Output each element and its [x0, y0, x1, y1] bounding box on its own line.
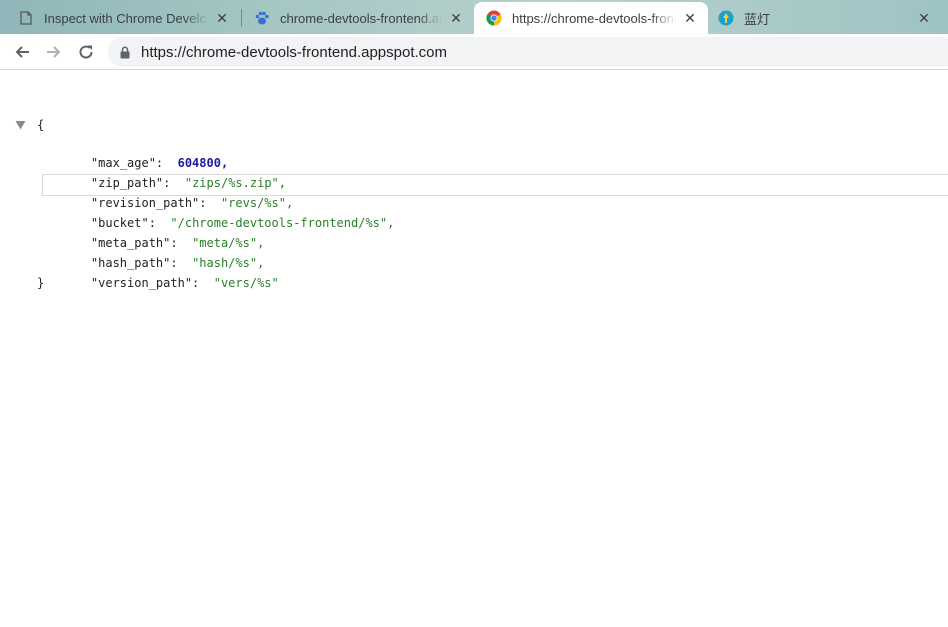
- collapse-triangle-icon[interactable]: [15, 119, 27, 131]
- json-entry: "hash_path": "hash/%s",: [62, 236, 264, 270]
- json-entry: "revision_path": "revs/%s",: [62, 176, 293, 210]
- json-viewer: { "max_age": 604800, "zip_path": "zips/%…: [0, 71, 948, 627]
- close-icon[interactable]: ✕: [448, 10, 464, 26]
- forward-arrow-icon: [47, 46, 60, 58]
- json-value: "vers/%s": [213, 276, 279, 290]
- back-arrow-icon: [16, 46, 29, 58]
- close-icon[interactable]: ✕: [682, 10, 698, 26]
- json-entry: "zip_path": "zips/%s.zip",: [62, 156, 286, 190]
- close-icon[interactable]: ✕: [916, 10, 932, 26]
- tab-inspect[interactable]: Inspect with Chrome Developer Tools ✕: [0, 2, 240, 34]
- page-icon: [18, 10, 34, 26]
- tab-title: Inspect with Chrome Developer Tools: [44, 10, 208, 26]
- tab-title: 蓝灯: [744, 11, 771, 27]
- close-icon[interactable]: ✕: [214, 10, 230, 26]
- back-button[interactable]: [10, 40, 34, 64]
- tab-active-json[interactable]: https://chrome-devtools-frontend.appspot…: [474, 2, 708, 34]
- open-brace: {: [37, 118, 45, 132]
- url-text[interactable]: https://chrome-devtools-frontend.appspot…: [141, 44, 447, 61]
- tab-title: chrome-devtools-frontend.appspot.com: [280, 10, 442, 26]
- reload-button[interactable]: [74, 40, 98, 64]
- json-key: "version_path":: [90, 276, 200, 290]
- chrome-icon: [486, 10, 502, 26]
- tab-title: https://chrome-devtools-frontend.appspot…: [512, 10, 676, 26]
- forward-button[interactable]: [42, 40, 66, 64]
- browser-toolbar: https://chrome-devtools-frontend.appspot…: [0, 34, 948, 70]
- tab-strip: Inspect with Chrome Developer Tools ✕ ch…: [0, 0, 948, 34]
- reload-icon: [79, 45, 93, 59]
- close-brace: }: [37, 276, 45, 290]
- address-bar[interactable]: https://chrome-devtools-frontend.appspot…: [108, 37, 948, 67]
- lantern-icon: [718, 10, 734, 26]
- paw-icon: [254, 10, 270, 26]
- lock-icon[interactable]: [120, 45, 132, 59]
- json-entry: "version_path": "vers/%s": [62, 256, 279, 290]
- tab-lantern[interactable]: 蓝灯 ✕: [708, 2, 948, 34]
- tab-appspot[interactable]: chrome-devtools-frontend.appspot.com ✕: [236, 2, 474, 34]
- json-entry: "bucket": "/chrome-devtools-frontend/%s"…: [62, 196, 394, 230]
- json-entry: "meta_path": "meta/%s",: [62, 216, 264, 250]
- json-entry: "max_age": 604800,: [62, 136, 228, 170]
